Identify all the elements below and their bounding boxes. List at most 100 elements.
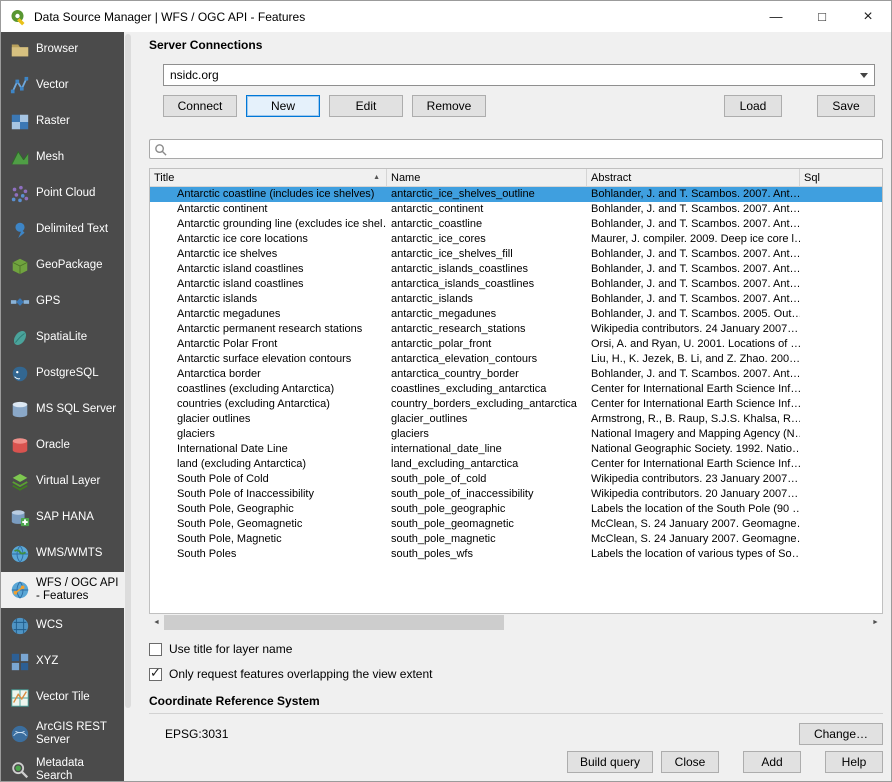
sidebar-scrollbar[interactable]	[124, 32, 132, 781]
table-row[interactable]: Antarctic ice shelves antarctic_ice_shel…	[150, 247, 882, 262]
table-row[interactable]: Antarctic grounding line (excludes ice s…	[150, 217, 882, 232]
cell-abstract: Liu, H., K. Jezek, B. Li, and Z. Zhao. 2…	[587, 352, 800, 367]
change-crs-button[interactable]: Change…	[799, 723, 883, 745]
table-row[interactable]: Antarctic island coastlines antarctica_i…	[150, 277, 882, 292]
table-row[interactable]: South Pole, Geomagnetic south_pole_geoma…	[150, 517, 882, 532]
sidebar-item[interactable]: ArcGIS REST Server	[1, 716, 124, 752]
column-header-title[interactable]: Title ▲	[150, 169, 387, 186]
table-row[interactable]: Antarctic permanent research stations an…	[150, 322, 882, 337]
column-title-label: Title	[154, 172, 174, 184]
wfs-icon	[10, 580, 30, 600]
sidebar-item[interactable]: WMS/WMTS	[1, 536, 124, 572]
cell-title: Antarctic surface elevation contours	[150, 352, 387, 367]
table-row[interactable]: Antarctic coastline (includes ice shelve…	[150, 187, 882, 202]
sidebar-item[interactable]: Vector	[1, 68, 124, 104]
close-dialog-button[interactable]: Close	[661, 751, 719, 773]
column-header-abstract[interactable]: Abstract	[587, 169, 800, 186]
edit-button[interactable]: Edit	[329, 95, 403, 117]
column-header-sql[interactable]: Sql	[800, 169, 882, 186]
add-button[interactable]: Add	[743, 751, 801, 773]
sidebar-item[interactable]: GPS	[1, 284, 124, 320]
titlebar: Data Source Manager | WFS / OGC API - Fe…	[1, 1, 891, 32]
sidebar-item-label: XYZ	[36, 655, 58, 668]
table-row[interactable]: Antarctic islands antarctic_islands Bohl…	[150, 292, 882, 307]
scroll-thumb[interactable]	[164, 615, 504, 630]
table-row[interactable]: South Pole of Cold south_pole_of_cold Wi…	[150, 472, 882, 487]
table-row[interactable]: Antarctic continent antarctic_continent …	[150, 202, 882, 217]
table-row[interactable]: Antarctic ice core locations antarctic_i…	[150, 232, 882, 247]
sidebar-item[interactable]: PostgreSQL	[1, 356, 124, 392]
table-row[interactable]: South Pole of Inaccessibility south_pole…	[150, 487, 882, 502]
horizontal-scrollbar[interactable]: ◄ ►	[149, 615, 883, 630]
table-row[interactable]: South Pole, Geographic south_pole_geogra…	[150, 502, 882, 517]
table-row[interactable]: countries (excluding Antarctica) country…	[150, 397, 882, 412]
sidebar-item[interactable]: SpatiaLite	[1, 320, 124, 356]
minimize-button[interactable]: —	[753, 1, 799, 32]
cell-name: south_pole_of_inaccessibility	[387, 487, 587, 502]
table-row[interactable]: Antarctica border antarctica_country_bor…	[150, 367, 882, 382]
sidebar-item[interactable]: MS SQL Server	[1, 392, 124, 428]
mesh-icon	[10, 148, 30, 168]
scrollbar-thumb[interactable]	[125, 34, 131, 708]
cell-abstract: Bohlander, J. and T. Scambos. 2007. Ant…	[587, 217, 800, 232]
search-icon	[154, 143, 167, 156]
sidebar-item[interactable]: Mesh	[1, 140, 124, 176]
sidebar-item-label: SpatiaLite	[36, 331, 87, 344]
cell-title: Antarctic island coastlines	[150, 277, 387, 292]
sidebar-item-label: Mesh	[36, 151, 64, 164]
use-title-checkbox[interactable]	[149, 643, 162, 656]
overlap-extent-checkbox[interactable]	[149, 668, 162, 681]
sidebar-item[interactable]: WCS	[1, 608, 124, 644]
connect-button[interactable]: Connect	[163, 95, 237, 117]
table-row[interactable]: Antarctic surface elevation contours ant…	[150, 352, 882, 367]
cell-abstract: Bohlander, J. and T. Scambos. 2007. Ant…	[587, 367, 800, 382]
cell-title: coastlines (excluding Antarctica)	[150, 382, 387, 397]
window-controls: — □ ×	[753, 1, 891, 32]
table-row[interactable]: Antarctic Polar Front antarctic_polar_fr…	[150, 337, 882, 352]
table-row[interactable]: South Poles south_poles_wfs Labels the l…	[150, 547, 882, 562]
cell-title: Antarctic ice core locations	[150, 232, 387, 247]
table-row[interactable]: glacier outlines glacier_outlines Armstr…	[150, 412, 882, 427]
table-row[interactable]: coastlines (excluding Antarctica) coastl…	[150, 382, 882, 397]
sidebar-item[interactable]: Virtual Layer	[1, 464, 124, 500]
close-button[interactable]: ×	[845, 1, 891, 32]
maximize-button[interactable]: □	[799, 1, 845, 32]
scroll-left-button[interactable]: ◄	[149, 615, 164, 630]
cell-name: south_pole_geomagnetic	[387, 517, 587, 532]
cell-name: antarctic_megadunes	[387, 307, 587, 322]
window-title: Data Source Manager | WFS / OGC API - Fe…	[34, 10, 305, 24]
new-button[interactable]: New	[246, 95, 320, 117]
column-header-name[interactable]: Name	[387, 169, 587, 186]
build-query-button[interactable]: Build query	[567, 751, 653, 773]
connection-select[interactable]: nsidc.org	[163, 64, 875, 86]
sidebar-item[interactable]: Browser	[1, 32, 124, 68]
sidebar-item[interactable]: Point Cloud	[1, 176, 124, 212]
scroll-right-button[interactable]: ►	[868, 615, 883, 630]
sidebar-item[interactable]: GeoPackage	[1, 248, 124, 284]
cell-name: antarctic_coastline	[387, 217, 587, 232]
table-row[interactable]: Antarctic megadunes antarctic_megadunes …	[150, 307, 882, 322]
remove-button[interactable]: Remove	[412, 95, 486, 117]
search-input[interactable]	[167, 141, 878, 157]
table-row[interactable]: land (excluding Antarctica) land_excludi…	[150, 457, 882, 472]
cell-title: South Pole of Inaccessibility	[150, 487, 387, 502]
save-button[interactable]: Save	[817, 95, 875, 117]
cell-title: Antarctic continent	[150, 202, 387, 217]
sidebar-item[interactable]: Metadata Search	[1, 752, 124, 781]
load-button[interactable]: Load	[724, 95, 782, 117]
sidebar-item[interactable]: SAP HANA	[1, 500, 124, 536]
sidebar-item[interactable]: Vector Tile	[1, 680, 124, 716]
help-button[interactable]: Help	[825, 751, 883, 773]
sidebar-item[interactable]: WFS / OGC API - Features	[1, 572, 124, 608]
table-row[interactable]: South Pole, Magnetic south_pole_magnetic…	[150, 532, 882, 547]
sidebar-item[interactable]: XYZ	[1, 644, 124, 680]
cell-abstract: Bohlander, J. and T. Scambos. 2005. Out…	[587, 307, 800, 322]
sidebar-item[interactable]: Delimited Text	[1, 212, 124, 248]
sidebar-item[interactable]: Raster	[1, 104, 124, 140]
table-row[interactable]: International Date Line international_da…	[150, 442, 882, 457]
sap-hana-icon	[10, 508, 30, 528]
table-row[interactable]: glaciers glaciers National Imagery and M…	[150, 427, 882, 442]
table-row[interactable]: Antarctic island coastlines antarctic_is…	[150, 262, 882, 277]
sidebar-item[interactable]: Oracle	[1, 428, 124, 464]
metadata-search-icon	[10, 760, 30, 780]
